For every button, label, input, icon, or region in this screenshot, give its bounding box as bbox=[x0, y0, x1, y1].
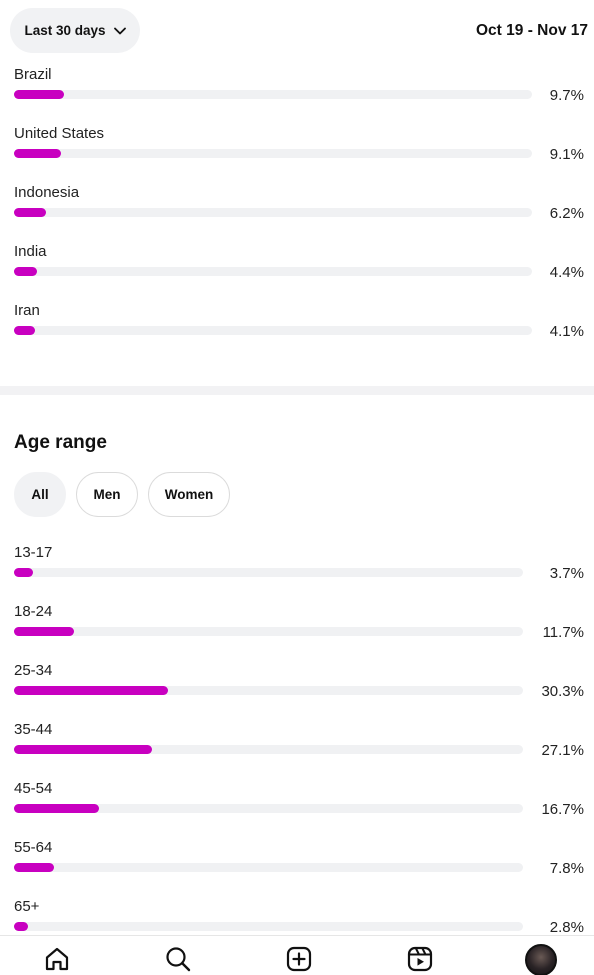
row-label: 65+ bbox=[14, 898, 40, 915]
profile-avatar[interactable] bbox=[525, 944, 557, 975]
progress-fill bbox=[14, 686, 169, 695]
progress-fill bbox=[14, 568, 33, 577]
progress-track bbox=[14, 326, 532, 335]
row-label: 25-34 bbox=[14, 662, 53, 679]
row-percent: 11.7% bbox=[542, 624, 584, 641]
row-label: India bbox=[14, 243, 47, 260]
progress-track bbox=[14, 745, 523, 754]
row-label: 13-17 bbox=[14, 544, 53, 561]
row-label: 45-54 bbox=[14, 780, 53, 797]
list-item: Brazil 9.7% bbox=[14, 66, 584, 125]
row-percent: 30.3% bbox=[541, 683, 584, 700]
age-range-title: Age range bbox=[14, 432, 107, 453]
row-label: Iran bbox=[14, 302, 40, 319]
row-label: Brazil bbox=[14, 66, 52, 83]
filter-chip-all[interactable]: All bbox=[14, 472, 66, 517]
bottom-navigation-bar bbox=[0, 935, 594, 975]
top-bar: Last 30 days Oct 19 - Nov 17 bbox=[0, 0, 594, 64]
progress-track bbox=[14, 208, 532, 217]
progress-fill bbox=[14, 627, 74, 636]
row-percent: 4.1% bbox=[549, 323, 584, 340]
row-label: 35-44 bbox=[14, 721, 53, 738]
filter-chip-women[interactable]: Women bbox=[148, 472, 230, 517]
list-item: 18-24 11.7% bbox=[14, 603, 584, 662]
nav-home[interactable] bbox=[42, 944, 72, 974]
row-percent: 16.7% bbox=[541, 801, 584, 818]
gender-filter-chips: All Men Women bbox=[14, 472, 230, 517]
list-item: 55-64 7.8% bbox=[14, 839, 584, 898]
chevron-down-icon bbox=[113, 27, 126, 34]
create-icon bbox=[286, 946, 312, 972]
list-item: Iran 4.1% bbox=[14, 302, 584, 361]
list-item: 13-17 3.7% bbox=[14, 544, 584, 603]
list-item: United States 9.1% bbox=[14, 125, 584, 184]
list-item: 45-54 16.7% bbox=[14, 780, 584, 839]
progress-track bbox=[14, 922, 523, 931]
list-item: 35-44 27.1% bbox=[14, 721, 584, 780]
progress-fill bbox=[14, 804, 99, 813]
progress-fill bbox=[14, 922, 29, 931]
section-divider bbox=[0, 386, 594, 395]
row-label: 18-24 bbox=[14, 603, 53, 620]
row-percent: 9.1% bbox=[549, 146, 584, 163]
date-range-dropdown-label: Last 30 days bbox=[24, 23, 106, 38]
date-range-dropdown[interactable]: Last 30 days bbox=[10, 8, 140, 53]
progress-track bbox=[14, 568, 523, 577]
progress-track bbox=[14, 90, 532, 99]
row-percent: 3.7% bbox=[549, 565, 584, 582]
nav-create[interactable] bbox=[284, 944, 314, 974]
row-percent: 4.4% bbox=[549, 264, 584, 281]
home-icon bbox=[45, 947, 69, 971]
filter-chip-men[interactable]: Men bbox=[76, 472, 138, 517]
nav-reels[interactable] bbox=[405, 944, 435, 974]
date-range-text: Oct 19 - Nov 17 bbox=[476, 22, 588, 39]
row-percent: 6.2% bbox=[549, 205, 584, 222]
row-percent: 7.8% bbox=[549, 860, 584, 877]
progress-track bbox=[14, 863, 523, 872]
progress-track bbox=[14, 686, 523, 695]
progress-fill bbox=[14, 863, 54, 872]
progress-fill bbox=[14, 149, 62, 158]
progress-track bbox=[14, 804, 523, 813]
search-icon bbox=[166, 947, 191, 972]
row-label: 55-64 bbox=[14, 839, 53, 856]
progress-fill bbox=[14, 208, 47, 217]
list-item: 25-34 30.3% bbox=[14, 662, 584, 721]
progress-track bbox=[14, 267, 532, 276]
progress-fill bbox=[14, 745, 152, 754]
progress-fill bbox=[14, 267, 37, 276]
list-item: India 4.4% bbox=[14, 243, 584, 302]
progress-fill bbox=[14, 326, 36, 335]
row-label: Indonesia bbox=[14, 184, 80, 201]
reels-icon bbox=[407, 946, 433, 972]
row-percent: 9.7% bbox=[549, 87, 584, 104]
progress-track bbox=[14, 627, 523, 636]
nav-search[interactable] bbox=[163, 944, 193, 974]
row-label: United States bbox=[14, 125, 105, 142]
progress-fill bbox=[14, 90, 65, 99]
progress-track bbox=[14, 149, 532, 158]
list-item: Indonesia 6.2% bbox=[14, 184, 584, 243]
row-percent: 27.1% bbox=[541, 742, 584, 759]
row-percent: 2.8% bbox=[549, 919, 584, 936]
